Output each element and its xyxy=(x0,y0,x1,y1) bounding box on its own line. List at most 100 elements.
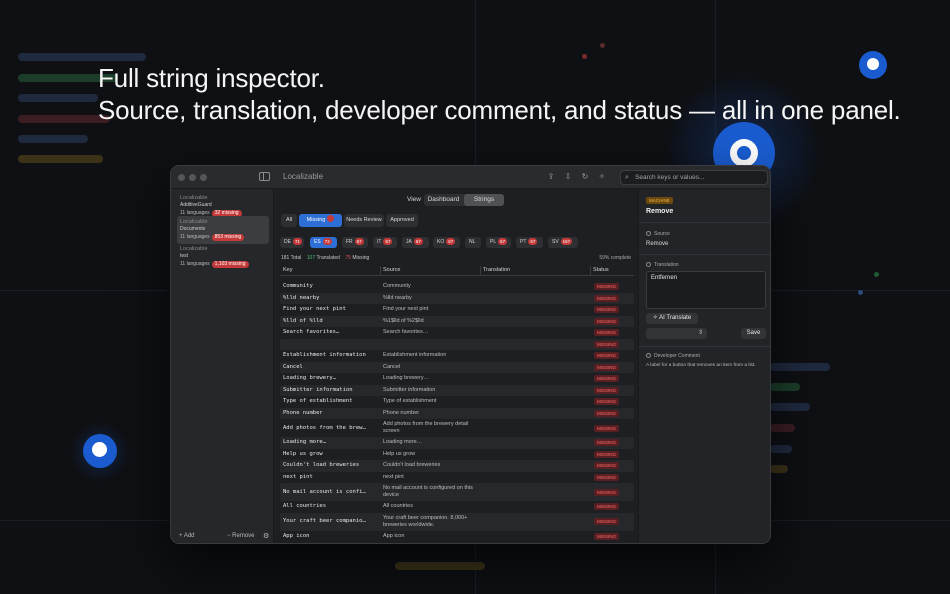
table-row[interactable]: No mail account is confi… No mail account… xyxy=(280,483,634,501)
table-row[interactable]: MISSING xyxy=(280,338,634,350)
table-row[interactable]: Cancel Cancel MISSING xyxy=(280,361,634,373)
save-button[interactable]: Save xyxy=(741,328,766,339)
translation-textarea[interactable]: Entfernen xyxy=(646,271,766,309)
table-row[interactable]: Loading more… Loading more… MISSING xyxy=(280,437,634,449)
tab-dashboard[interactable]: Dashboard xyxy=(424,194,463,206)
view-segmented-control: Dashboard Strings xyxy=(424,194,504,206)
row-source: next pint xyxy=(383,473,404,480)
table-row[interactable]: Add photos from the brew… Add photos from… xyxy=(280,419,634,437)
lang-tab-fr[interactable]: FR 67 xyxy=(342,237,368,248)
lang-tab-es[interactable]: ES 73 xyxy=(310,237,337,248)
lang-tab-pt[interactable]: PT 67 xyxy=(516,237,543,248)
remove-project-button[interactable]: − Remove xyxy=(227,533,255,539)
table-row[interactable]: Community Community MISSING xyxy=(280,281,634,293)
headline-line-2: Source, translation, developer comment, … xyxy=(98,95,901,125)
lang-tab-it[interactable]: IT 67 xyxy=(373,237,397,248)
table-row[interactable]: Establishment information Establishment i… xyxy=(280,350,634,362)
headline-line-1: Full string inspector. xyxy=(98,63,325,93)
table-row[interactable]: %lld of %lld %1$lld of %2$lld MISSING xyxy=(280,315,634,327)
bg-code-bar xyxy=(770,465,788,473)
tab-strings[interactable]: Strings xyxy=(464,194,504,206)
lang-tab-de[interactable]: DE 71 xyxy=(280,237,304,248)
lang-missing-count: 67 xyxy=(528,238,538,245)
lang-tab-sv[interactable]: SV 167 xyxy=(548,237,578,248)
project-item[interactable]: Localizable test 11 languages 1,103 missi… xyxy=(177,243,269,271)
strings-table: Community Community MISSING %lld nearby %lld… xyxy=(280,281,634,542)
filter-approved[interactable]: Approved xyxy=(386,214,418,227)
row-source: %lld nearby xyxy=(383,294,412,301)
lang-tab-nl[interactable]: NL xyxy=(465,237,481,248)
row-key: %lld of %lld xyxy=(283,317,323,324)
lang-tab-ko[interactable]: KO 67 xyxy=(433,237,460,248)
status-badge: MISSING xyxy=(594,398,619,406)
bg-dot xyxy=(858,290,863,295)
headline: Full string inspector. Source, translati… xyxy=(98,62,901,126)
table-row[interactable]: Phone number Phone number MISSING xyxy=(280,407,634,419)
lang-missing-count: 67 xyxy=(446,238,456,245)
add-project-button[interactable]: + Add xyxy=(179,533,195,539)
lang-code: JA xyxy=(406,239,412,245)
project-item-selected[interactable]: Localizable Documents 11 languages 853 mi… xyxy=(177,216,269,244)
status-badge: MISSING xyxy=(594,473,619,481)
row-source: %1$lld of %2$lld xyxy=(383,317,424,324)
share-icon[interactable]: ⇪ xyxy=(546,172,556,182)
status-badge: MISSING xyxy=(594,352,619,360)
source-label-text: Source xyxy=(654,231,670,237)
project-name: Documents xyxy=(180,226,206,232)
bg-code-bar xyxy=(18,53,146,61)
table-row[interactable]: Type of establishment Type of establishme… xyxy=(280,396,634,408)
divider xyxy=(639,254,770,255)
table-row[interactable]: Search favorites… Search favorites… MISSIN… xyxy=(280,327,634,339)
close-window-button[interactable] xyxy=(178,174,185,181)
sync-icon[interactable]: ↻ xyxy=(580,172,590,182)
table-row[interactable]: %lld nearby %lld nearby MISSING xyxy=(280,292,634,304)
table-row[interactable]: App icon App icon MISSING xyxy=(280,531,634,543)
table-row[interactable]: Your craft beer companio… Your craft beer… xyxy=(280,512,634,531)
filter-missing[interactable]: Missing xyxy=(299,214,342,227)
ai-translate-button[interactable]: ✧ AI Translate xyxy=(646,313,698,324)
search-icon: ⌕ xyxy=(625,174,629,181)
stat-missing-label: Missing xyxy=(352,255,370,261)
table-row[interactable]: Submitter information Submitter informati… xyxy=(280,384,634,396)
lang-tab-pl[interactable]: PL 67 xyxy=(486,237,511,248)
lang-missing-count: 67 xyxy=(498,238,508,245)
source-icon xyxy=(646,231,651,236)
row-source: Loading more… xyxy=(383,439,423,446)
dev-comment-text: A label for a button that removes an ite… xyxy=(646,363,756,368)
table-row[interactable]: Help us grow Help us grow MISSING xyxy=(280,449,634,461)
filter-needs-review[interactable]: Needs Review xyxy=(344,214,384,227)
table-row[interactable]: All countries All countries MISSING xyxy=(280,501,634,513)
minimize-window-button[interactable] xyxy=(189,174,196,181)
column-source[interactable]: Source xyxy=(383,267,400,273)
download-icon[interactable]: ⇩ xyxy=(563,172,573,182)
lang-code: ES xyxy=(314,239,321,245)
lang-tab-ja[interactable]: JA 67 xyxy=(402,237,429,248)
lang-code: PL xyxy=(490,239,497,245)
column-key[interactable]: Key xyxy=(283,267,292,273)
bg-dot xyxy=(582,54,587,59)
row-key: Establishment information xyxy=(283,352,366,359)
magic-wand-icon[interactable]: ✧ xyxy=(597,172,607,182)
row-source: Submitter information xyxy=(383,386,436,393)
row-source: Community xyxy=(383,283,411,290)
sidebar-toggle-icon[interactable] xyxy=(259,172,270,181)
column-translation[interactable]: Translation xyxy=(483,267,510,273)
table-row[interactable]: Couldn't load breweries Couldn't load bre… xyxy=(280,460,634,472)
source-label: Source xyxy=(646,231,670,237)
lang-code: FR xyxy=(346,239,353,245)
zoom-window-button[interactable] xyxy=(200,174,207,181)
table-row[interactable]: Find your next pint Find your next pint MI… xyxy=(280,304,634,316)
search-input[interactable]: ⌕ Search keys or values... xyxy=(620,170,768,185)
table-row[interactable]: Loading brewery… Loading brewery… MISSING xyxy=(280,373,634,385)
stat-total-label: Total xyxy=(290,255,302,261)
gear-icon[interactable]: ⚙ xyxy=(263,532,269,540)
filter-all[interactable]: All xyxy=(281,214,297,227)
row-key: Help us grow xyxy=(283,450,323,457)
row-source: Add photos from the brewery detail scree… xyxy=(383,421,469,434)
row-source: Search favorites… xyxy=(383,329,429,336)
column-status[interactable]: Status xyxy=(593,267,609,273)
project-title: Localizable xyxy=(180,195,208,201)
missing-badge: 1,103 missing xyxy=(211,261,249,268)
status-select[interactable]: ⇕ xyxy=(646,328,707,339)
table-row[interactable]: next pint next pint MISSING xyxy=(280,472,634,484)
